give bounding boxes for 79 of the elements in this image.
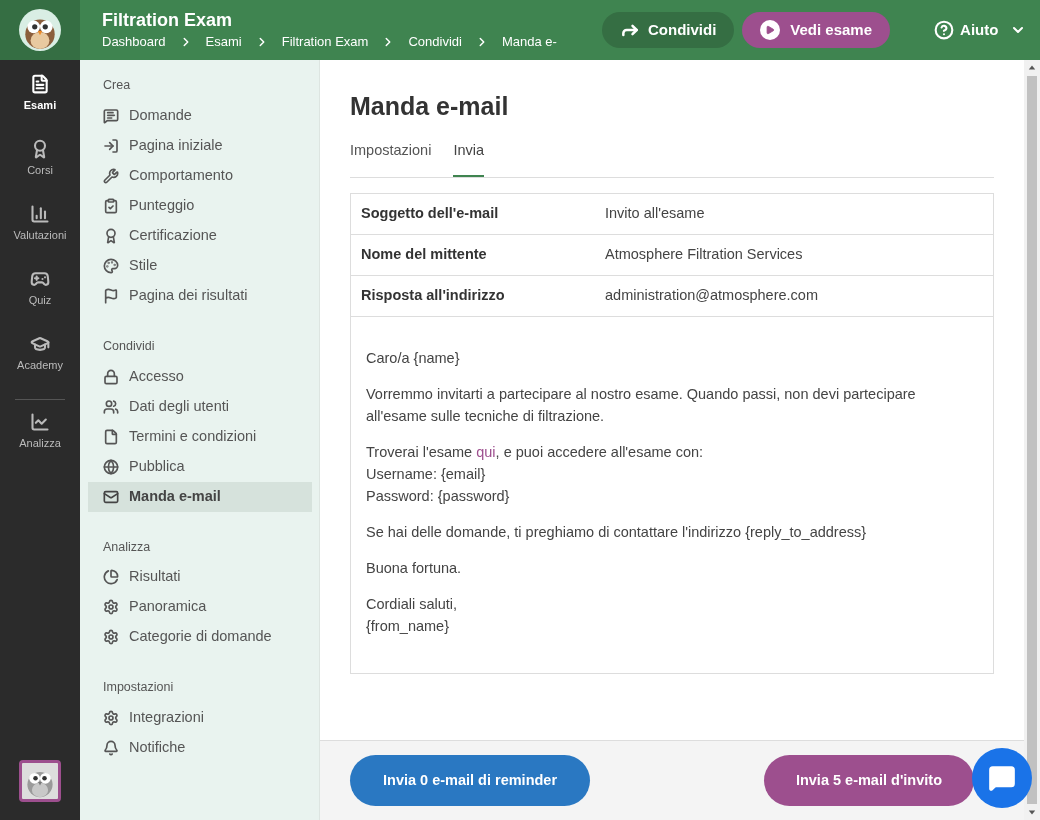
avatar[interactable] xyxy=(19,760,61,802)
section-heading: Impostazioni xyxy=(102,679,175,697)
chat-bubble-icon xyxy=(988,764,1016,792)
line-chart-icon xyxy=(30,412,50,432)
breadcrumb-link[interactable]: Filtration Exam xyxy=(281,32,369,52)
clipboard-check-icon xyxy=(103,197,119,214)
users-icon xyxy=(103,398,119,415)
sidebar-item[interactable]: Integrazioni xyxy=(88,703,312,733)
sidebar-item[interactable]: Pagina iniziale xyxy=(88,130,312,161)
certificate-icon xyxy=(103,227,119,244)
field-value[interactable]: Invito all'esame xyxy=(605,203,705,226)
sidebar-item[interactable]: Panoramica xyxy=(88,592,312,623)
sidebar-item[interactable]: Accesso xyxy=(88,361,312,392)
sidebar-item[interactable]: Categorie di domande xyxy=(88,622,312,653)
share-button[interactable]: Condividi xyxy=(602,12,735,48)
rail-item[interactable]: Quiz xyxy=(0,269,80,334)
palette-icon xyxy=(103,257,119,274)
scroll-up-arrow-icon[interactable] xyxy=(1028,64,1036,72)
field-label: Soggetto dell'e-mail xyxy=(360,204,500,224)
tab[interactable]: Impostazioni xyxy=(350,139,432,178)
email-body[interactable]: Caro/a {name} Vorremmo invitarti a partecipare al nostro esame. Quando passi, non devi partecipare all'esame sulle tecniche di filtrazione. Troverai l'esame qui, e puoi accedere all'esame con: Username: {email} Password: {password} Se hai delle domande, ti preghiamo di contattare l'indirizzo {reply_to_address} Buona fortuna. Cordiali saluti, {from_name} xyxy=(351,317,993,674)
section-heading: Crea xyxy=(102,77,132,94)
help-icon xyxy=(934,20,955,40)
breadcrumb-link[interactable]: Manda e- xyxy=(501,32,557,52)
sidebar-item[interactable]: Notifiche xyxy=(88,733,312,763)
document-icon xyxy=(30,74,50,94)
globe-icon xyxy=(103,458,119,475)
send-reminder-button[interactable]: Invia 0 e-mail di reminder xyxy=(350,755,591,806)
sidebar-item[interactable]: Stile xyxy=(88,250,312,281)
sidebar-item[interactable]: Domande xyxy=(88,100,312,131)
play-icon xyxy=(760,20,781,40)
rail-item[interactable]: Valutazioni xyxy=(0,204,80,269)
sidebar-item[interactable]: Termini e condizioni xyxy=(88,421,312,452)
tab[interactable]: Invia xyxy=(453,139,485,178)
link[interactable]: qui xyxy=(476,444,496,461)
sidebar-item[interactable]: Dati degli utenti xyxy=(88,391,312,422)
settings-icon xyxy=(103,599,119,616)
sidebar-item[interactable]: Pubblica xyxy=(88,451,312,482)
sidebar-item[interactable]: Risultati xyxy=(88,562,312,593)
breadcrumb-link[interactable]: Condividi xyxy=(408,32,462,52)
bar-chart-icon xyxy=(30,204,50,224)
owl-logo[interactable] xyxy=(19,9,61,51)
exam-title: Filtration Exam xyxy=(102,8,234,31)
section-heading: Condividi xyxy=(102,337,156,355)
section-heading: Analizza xyxy=(102,538,152,556)
scroll-down-arrow-icon[interactable] xyxy=(1028,808,1036,816)
mail-icon xyxy=(103,488,119,505)
sidebar-item[interactable]: Certificazione xyxy=(88,220,312,251)
enter-icon xyxy=(103,137,119,154)
send-invite-button[interactable]: Invia 5 e-mail d'invito xyxy=(763,755,974,806)
page-title: Manda e-mail xyxy=(350,91,510,122)
gamepad-icon xyxy=(30,269,50,289)
lock-icon xyxy=(103,368,119,385)
pie-chart-icon xyxy=(103,569,119,586)
graduation-cap-icon xyxy=(30,334,50,354)
sidebar-item[interactable]: Comportamento xyxy=(88,160,312,191)
bell-icon xyxy=(103,740,119,756)
help-menu[interactable]: Aiuto xyxy=(934,18,1027,42)
rail-item[interactable]: Analizza xyxy=(0,412,80,477)
chat-button[interactable] xyxy=(972,748,1032,808)
flag-icon xyxy=(103,287,119,304)
field-value[interactable]: Atmosphere Filtration Services xyxy=(605,244,803,267)
rail-item[interactable]: Esami xyxy=(0,74,80,139)
breadcrumb-link[interactable]: Esami xyxy=(205,32,242,52)
sidebar-item[interactable]: Punteggio xyxy=(88,190,312,221)
sidebar-item[interactable]: Manda e-mail xyxy=(88,481,312,512)
file-icon xyxy=(103,428,119,445)
breadcrumb-link[interactable]: Dashboard xyxy=(102,32,166,52)
rail-item[interactable]: Academy xyxy=(0,334,80,399)
rail-item[interactable]: Corsi xyxy=(0,139,80,204)
field-value[interactable]: administration@atmosphere.com xyxy=(605,285,818,308)
view-exam-button[interactable]: Vedi esame xyxy=(742,12,891,48)
scrollbar-thumb[interactable] xyxy=(1027,76,1037,804)
field-label: Risposta all'indirizzo xyxy=(360,286,506,306)
sidebar-item[interactable]: Pagina dei risultati xyxy=(88,280,312,311)
settings-icon xyxy=(103,710,119,726)
field-label: Nome del mittente xyxy=(360,245,488,265)
wrench-icon xyxy=(103,167,119,184)
settings-icon xyxy=(103,629,119,646)
